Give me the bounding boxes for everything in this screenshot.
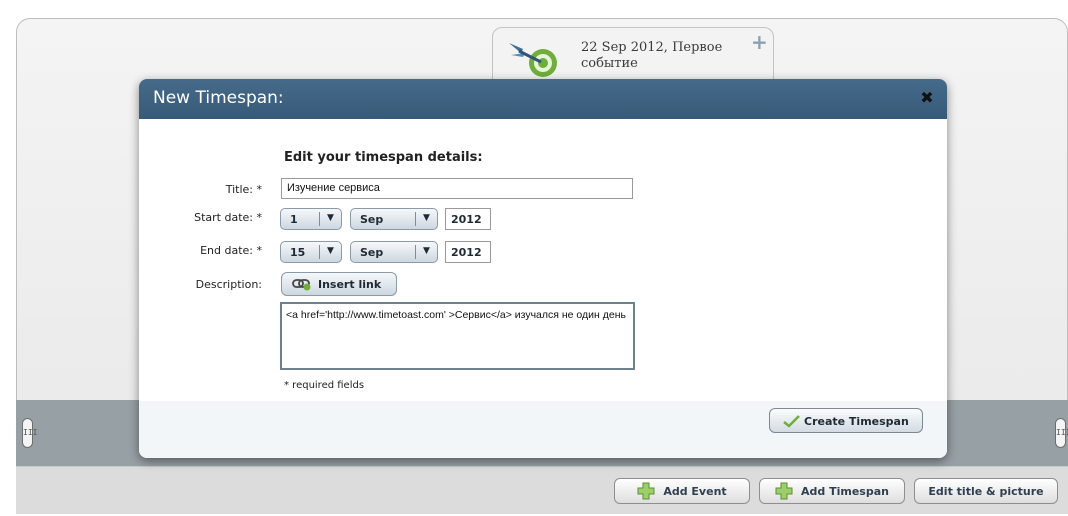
- add-to-event-icon[interactable]: +: [751, 32, 768, 52]
- green-plus-icon: [637, 482, 655, 500]
- chevron-down-icon: ▼: [327, 246, 334, 256]
- target-arrow-icon: [509, 43, 557, 77]
- green-plus-icon: [775, 482, 793, 500]
- new-timespan-dialog: New Timespan: ✖ Edit your timespan detai…: [139, 79, 947, 458]
- description-label: Description:: [195, 278, 262, 291]
- chevron-down-icon: ▼: [423, 213, 430, 223]
- end-month-select[interactable]: Sep ▼: [350, 241, 438, 263]
- dialog-title: New Timespan:: [153, 88, 284, 108]
- link-icon: [292, 279, 311, 291]
- start-day-select[interactable]: 1 ▼: [280, 208, 342, 230]
- end-date-label: End date: *: [200, 244, 262, 257]
- title-input[interactable]: Изучение сервиса: [281, 178, 633, 199]
- end-day-select[interactable]: 15 ▼: [280, 241, 342, 263]
- start-day-value: 1: [290, 213, 298, 226]
- event-card[interactable]: 22 Sep 2012, Первое событие +: [492, 27, 774, 87]
- close-icon[interactable]: ✖: [919, 89, 935, 107]
- start-month-select[interactable]: Sep ▼: [350, 208, 438, 230]
- description-textarea[interactable]: <a href='http://www.timetoast.com' >Серв…: [280, 302, 635, 370]
- insert-link-button[interactable]: Insert link: [281, 272, 397, 296]
- chevron-down-icon: ▼: [327, 213, 334, 223]
- add-timespan-label: Add Timespan: [801, 484, 889, 498]
- bottom-toolbar: [16, 466, 1068, 514]
- create-timespan-label: Create Timespan: [804, 415, 909, 428]
- start-year-input[interactable]: 2012: [445, 208, 491, 230]
- start-date-label: Start date: *: [194, 211, 262, 224]
- insert-link-label: Insert link: [318, 278, 382, 291]
- end-year-input[interactable]: 2012: [445, 241, 491, 263]
- add-event-label: Add Event: [663, 484, 727, 498]
- scroll-left-handle[interactable]: III: [22, 418, 37, 448]
- edit-title-picture-label: Edit title & picture: [928, 484, 1044, 498]
- title-label: Title: *: [225, 183, 262, 196]
- end-month-value: Sep: [360, 246, 384, 259]
- end-day-value: 15: [290, 246, 306, 259]
- chevron-down-icon: ▼: [423, 246, 430, 256]
- add-timespan-button[interactable]: Add Timespan: [759, 478, 905, 504]
- scroll-right-handle[interactable]: III: [1055, 418, 1068, 448]
- checkmark-icon: [783, 415, 800, 428]
- form-heading: Edit your timespan details:: [284, 150, 483, 165]
- start-month-value: Sep: [360, 213, 384, 226]
- add-event-button[interactable]: Add Event: [614, 478, 750, 504]
- create-timespan-button[interactable]: Create Timespan: [769, 408, 923, 433]
- edit-title-picture-button[interactable]: Edit title & picture: [914, 478, 1058, 504]
- event-title: 22 Sep 2012, Первое событие: [581, 40, 723, 71]
- dialog-header: New Timespan: ✖: [139, 79, 947, 119]
- required-fields-note: * required fields: [284, 380, 365, 391]
